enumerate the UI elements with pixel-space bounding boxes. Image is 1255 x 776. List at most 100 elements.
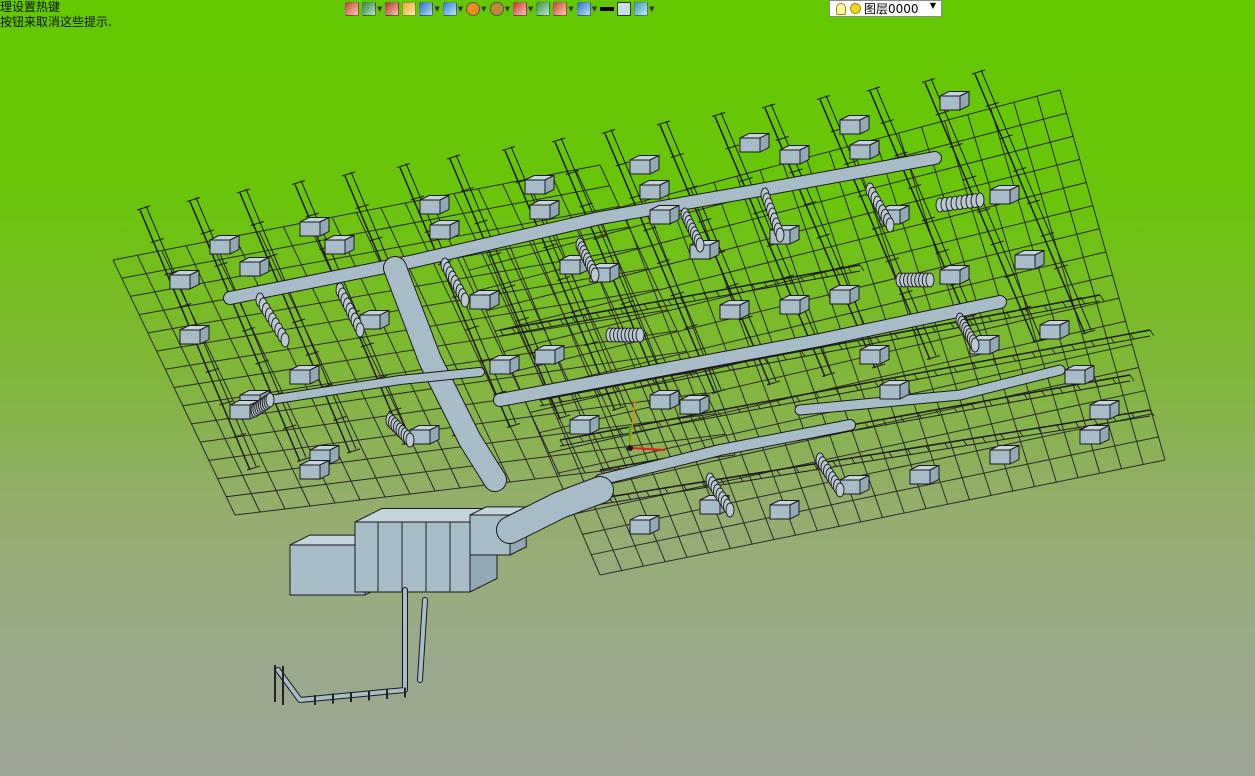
hanger-strut — [551, 137, 566, 143]
truss-web — [832, 460, 837, 468]
air-diffuser — [879, 384, 901, 400]
air-diffuser — [289, 369, 311, 385]
truss-web — [838, 343, 843, 351]
air-diffuser — [529, 204, 551, 220]
chilled-water-pipe — [418, 598, 427, 682]
truss-web — [627, 493, 632, 501]
air-diffuser — [229, 404, 251, 420]
truss-web — [643, 303, 649, 311]
hanger-strut — [816, 95, 831, 100]
flex-hose — [725, 502, 735, 518]
hanger-strut — [761, 103, 776, 109]
truss-web — [703, 292, 709, 300]
hanger-strut — [291, 180, 306, 185]
flex-hose — [280, 332, 290, 348]
hanger-strut — [711, 112, 726, 117]
truss-web — [691, 295, 697, 302]
truss-web — [1090, 340, 1096, 348]
hanger-strut — [186, 197, 201, 202]
truss-web — [987, 315, 993, 323]
truss-web — [894, 333, 899, 340]
truss-web — [559, 318, 565, 326]
hanger-strut — [501, 146, 516, 151]
truss-web — [869, 454, 875, 462]
hanger-strut — [446, 154, 461, 160]
truss-web — [1093, 418, 1099, 426]
air-diffuser — [909, 469, 931, 485]
hanger-strut — [136, 205, 151, 211]
truss-web — [1023, 393, 1029, 401]
truss-web — [799, 275, 805, 283]
truss-web — [1056, 424, 1061, 432]
truss-web — [953, 366, 958, 373]
truss-web — [667, 299, 673, 306]
air-diffuser — [524, 179, 546, 195]
truss-web — [963, 439, 968, 447]
air-diffuser — [939, 95, 961, 111]
chilled-water-pipe — [276, 588, 407, 702]
truss-web — [1149, 329, 1155, 337]
air-diffuser — [489, 359, 511, 375]
truss-web — [835, 269, 841, 276]
air-diffuser — [209, 239, 231, 255]
hanger-strut — [236, 188, 251, 194]
truss-web — [1012, 355, 1017, 362]
flex-hose — [925, 272, 935, 288]
truss-web — [645, 490, 651, 498]
truss-web — [715, 290, 721, 298]
truss-web — [1099, 294, 1105, 302]
truss-web — [745, 361, 750, 368]
flex-hose — [460, 292, 470, 308]
truss-web — [988, 400, 993, 407]
truss-web — [857, 340, 862, 347]
air-diffuser — [939, 269, 961, 285]
truss-web — [547, 321, 553, 328]
truss-web — [1041, 390, 1046, 398]
axis-x — [629, 447, 666, 451]
hanger-strut — [921, 78, 936, 83]
truss-web — [599, 432, 604, 439]
truss-web — [847, 266, 853, 274]
ceiling-grid-right — [599, 459, 1166, 576]
air-diffuser — [829, 289, 851, 305]
air-handling-unit-section — [289, 544, 366, 596]
truss-web — [1051, 348, 1056, 355]
air-diffuser — [639, 184, 661, 200]
truss-web — [511, 327, 517, 335]
air-diffuser — [769, 504, 791, 520]
flex-hose — [590, 267, 600, 283]
truss-web — [664, 487, 669, 495]
air-diffuser — [779, 299, 801, 315]
air-diffuser — [324, 239, 346, 255]
truss-web — [619, 308, 625, 315]
air-diffuser — [859, 349, 881, 365]
truss-web — [795, 395, 801, 403]
air-diffuser — [1064, 369, 1086, 385]
air-diffuser — [739, 137, 761, 153]
flex-hose — [885, 217, 895, 233]
truss-web — [907, 448, 912, 456]
air-diffuser — [169, 274, 191, 290]
truss-web — [577, 392, 582, 400]
truss-web — [1000, 433, 1005, 441]
truss-web — [950, 322, 955, 330]
truss-web — [595, 312, 601, 319]
truss-web — [1075, 421, 1080, 429]
model-viewport[interactable] — [0, 0, 1255, 776]
air-diffuser — [849, 144, 871, 160]
air-diffuser — [629, 159, 651, 175]
truss-web — [1059, 387, 1064, 394]
truss-web — [859, 264, 865, 272]
truss-web — [523, 325, 529, 332]
truss-web — [935, 409, 940, 417]
truss-web — [559, 439, 565, 447]
air-handling-unit-main — [354, 521, 471, 593]
hanger-strut — [396, 163, 411, 168]
truss-web — [913, 373, 919, 381]
truss-web — [874, 381, 879, 388]
truss-web — [882, 419, 887, 426]
ceiling-grid-right — [582, 413, 1152, 535]
truss-web — [658, 421, 663, 428]
air-diffuser — [429, 224, 451, 240]
truss-web — [933, 370, 938, 377]
